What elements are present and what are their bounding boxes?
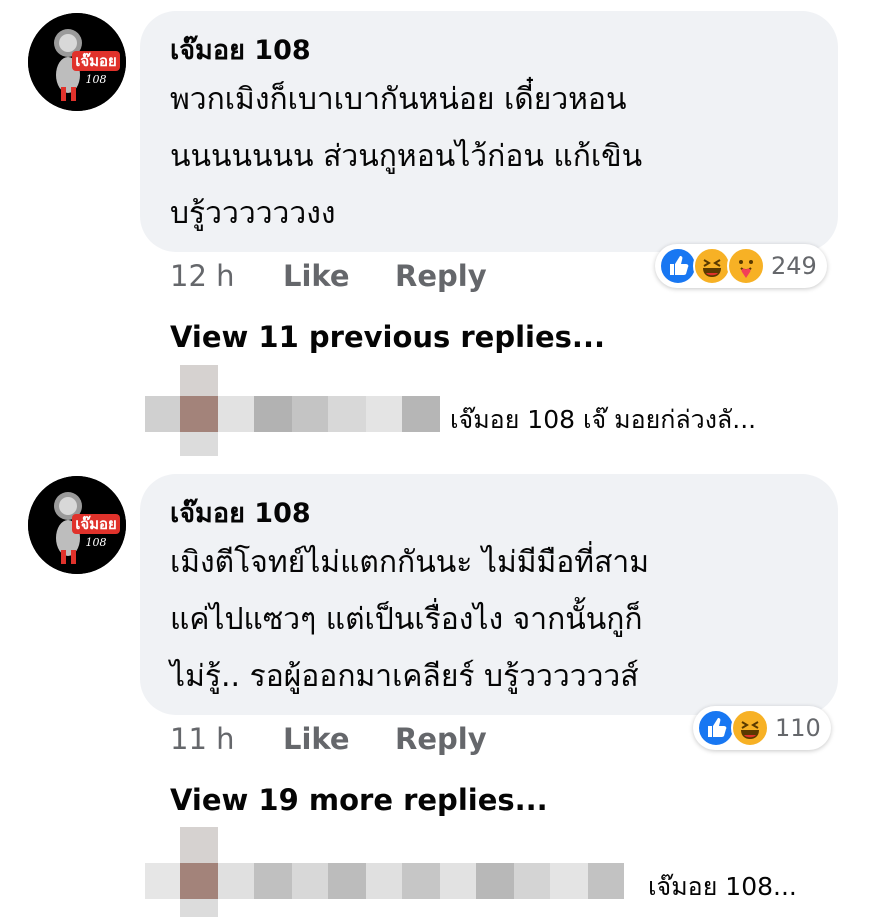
- reply-button[interactable]: Reply: [395, 722, 487, 756]
- comment-bubble: เจ๊มอย 108 พวกเมิงก็เบาเบากันหน่อย เดี๋ย…: [140, 11, 838, 252]
- like-button[interactable]: Like: [283, 722, 395, 756]
- comment-timestamp[interactable]: 11 h: [170, 722, 283, 756]
- care-reaction-icon: [727, 247, 765, 285]
- haha-reaction-icon: [693, 247, 731, 285]
- comment-bubble: เจ๊มอย 108 เมิงตีโจทย์ไม่แตกกันนะ ไม่มีม…: [140, 474, 838, 715]
- reactions-summary[interactable]: 110: [693, 706, 831, 750]
- reactions-summary[interactable]: 249: [655, 244, 827, 288]
- haha-reaction-icon: [731, 709, 769, 747]
- reply-preview-text[interactable]: เจ๊มอย 108 เจ๊ มอยก่ล่วงลั...: [450, 400, 756, 440]
- view-replies-link[interactable]: View 19 more replies...: [170, 783, 548, 817]
- avatar-logo-text: เจ๊มอย: [75, 515, 117, 533]
- comment-author[interactable]: เจ๊มอย 108: [170, 33, 808, 69]
- like-reaction-icon: [659, 247, 697, 285]
- comment-timestamp[interactable]: 12 h: [170, 259, 283, 293]
- comment-actions: 12 h Like Reply: [170, 259, 487, 293]
- like-button[interactable]: Like: [283, 259, 395, 293]
- reaction-count: 249: [771, 252, 817, 280]
- comment-actions: 11 h Like Reply: [170, 722, 487, 756]
- comment-text: พวกเมิงก็เบาเบากันหน่อย เดี๋ยวหอน นนนนนน…: [170, 82, 643, 231]
- view-replies-link[interactable]: View 11 previous replies...: [170, 320, 605, 354]
- reply-button[interactable]: Reply: [395, 259, 487, 293]
- avatar-image: เจ๊มอย 108: [28, 13, 126, 111]
- avatar-logo-sub: 108: [86, 73, 107, 86]
- avatar[interactable]: เจ๊มอย 108: [28, 476, 126, 574]
- avatar-image: เจ๊มอย 108: [28, 476, 126, 574]
- reply-preview-text[interactable]: เจ๊มอย 108...: [648, 867, 797, 907]
- comment-text: เมิงตีโจทย์ไม่แตกกันนะ ไม่มีมือที่สาม แค…: [170, 545, 650, 694]
- avatar[interactable]: เจ๊มอย 108: [28, 13, 126, 111]
- like-reaction-icon: [697, 709, 735, 747]
- reaction-count: 110: [775, 714, 821, 742]
- avatar-logo-text: เจ๊มอย: [75, 52, 117, 70]
- avatar-logo-sub: 108: [86, 536, 107, 549]
- comment-author[interactable]: เจ๊มอย 108: [170, 496, 808, 532]
